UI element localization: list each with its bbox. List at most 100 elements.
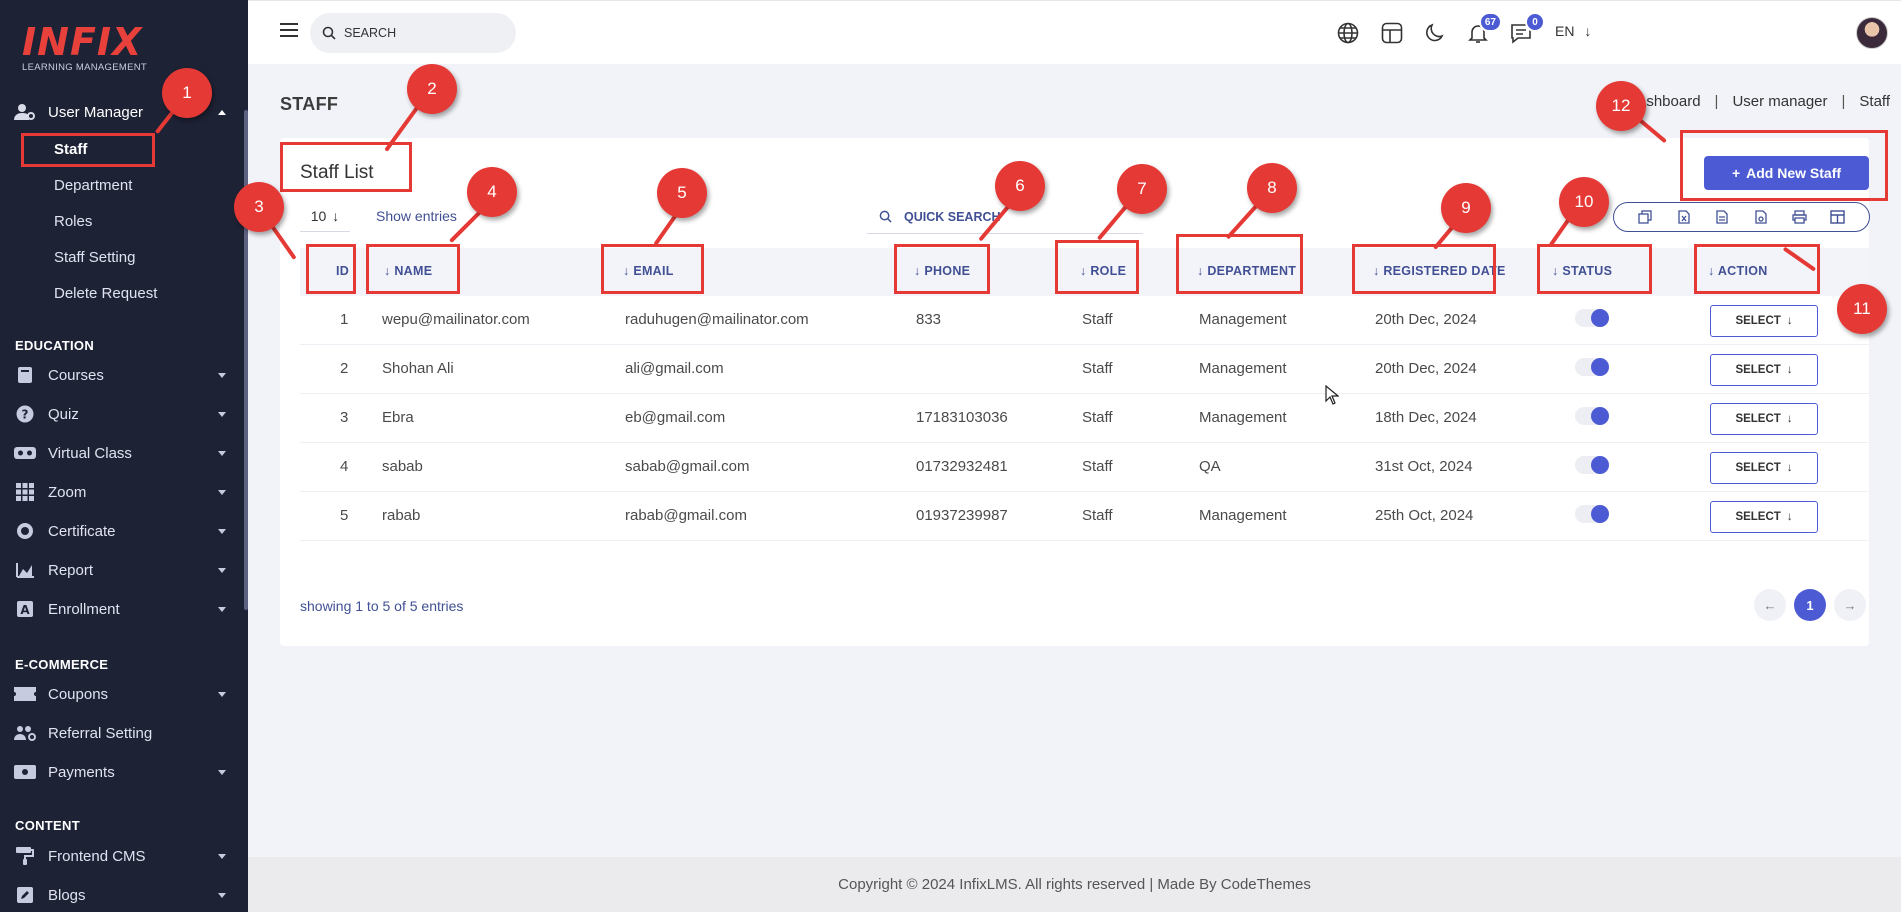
copy-icon[interactable] xyxy=(1633,205,1657,229)
sidebar-item-label: Payments xyxy=(48,763,115,781)
sidebar-item-courses[interactable]: Courses xyxy=(14,361,234,389)
cell-phone: 01937239987 xyxy=(916,507,1008,524)
sidebar-item-label: Report xyxy=(48,561,94,579)
breadcrumb-user-manager[interactable]: User manager xyxy=(1732,93,1827,110)
annotation-box-5 xyxy=(601,244,704,294)
status-toggle[interactable] xyxy=(1575,309,1609,327)
entries-value: 10 xyxy=(310,207,327,224)
quick-search-input[interactable] xyxy=(904,209,1124,224)
next-page-button[interactable]: → xyxy=(1834,589,1866,621)
status-toggle[interactable] xyxy=(1575,358,1609,376)
message-icon[interactable]: 0 xyxy=(1509,12,1545,45)
sidebar-item-frontend-cms[interactable]: Frontend CMS xyxy=(14,842,234,870)
footer: Copyright © 2024 InfixLMS. All rights re… xyxy=(248,857,1901,912)
table-row: 3 Ebra eb@gmail.com 17183103036 Staff Ma… xyxy=(300,394,1869,443)
cell-email: eb@gmail.com xyxy=(625,409,726,426)
logo-subtitle: LEARNING MANAGEMENT xyxy=(22,62,147,73)
app-logo[interactable]: INFIX LEARNING MANAGEMENT xyxy=(22,22,147,73)
annotation-marker-7: 7 xyxy=(1117,164,1167,214)
sidebar-subitem-department[interactable]: Department xyxy=(54,177,132,194)
columns-icon[interactable] xyxy=(1826,205,1850,229)
sidebar-item-coupons[interactable]: Coupons xyxy=(14,680,234,708)
cell-phone: 17183103036 xyxy=(916,409,1008,426)
grid-icon xyxy=(14,483,36,501)
sidebar-item-label: Zoom xyxy=(48,483,87,501)
cell-email: rabab@gmail.com xyxy=(625,507,747,524)
global-search[interactable] xyxy=(310,13,516,53)
language-label: EN xyxy=(1555,23,1575,39)
sidebar-item-report[interactable]: Report xyxy=(14,556,234,584)
cell-id: 1 xyxy=(340,311,349,328)
excel-file-icon[interactable] xyxy=(1672,205,1696,229)
previous-page-button[interactable]: ← xyxy=(1754,589,1786,621)
language-selector[interactable]: EN ↓ xyxy=(1555,23,1591,39)
chevron-down-icon xyxy=(218,490,226,495)
money-bill-icon xyxy=(14,763,36,781)
cell-phone: 833 xyxy=(916,311,942,328)
dark-mode-moon-icon[interactable] xyxy=(1423,21,1447,45)
annotation-box-6 xyxy=(894,244,990,294)
message-count-badge: 0 xyxy=(1525,12,1545,32)
sidebar-item-virtual-class[interactable]: Virtual Class xyxy=(14,439,234,467)
sidebar-item-zoom[interactable]: Zoom xyxy=(14,478,234,506)
search-input[interactable] xyxy=(344,26,494,40)
action-select-button[interactable]: SELECT ↓ xyxy=(1710,452,1818,484)
sidebar-subitem-roles[interactable]: Roles xyxy=(54,213,92,230)
cell-name: wepu@mailinator.com xyxy=(382,311,530,328)
chevron-down-icon xyxy=(218,412,226,417)
chevron-down-icon xyxy=(218,568,226,573)
cell-department: Management xyxy=(1199,311,1287,328)
pen-square-icon xyxy=(14,886,36,904)
print-icon[interactable] xyxy=(1787,205,1811,229)
annotation-box-7 xyxy=(1055,240,1139,294)
cell-id: 4 xyxy=(340,458,349,475)
ticket-icon xyxy=(14,685,36,703)
page-number-button[interactable]: 1 xyxy=(1794,589,1826,621)
svg-text:A: A xyxy=(20,603,30,617)
annotation-box-9 xyxy=(1352,244,1496,294)
cell-role: Staff xyxy=(1082,507,1113,524)
select-label: SELECT xyxy=(1735,315,1781,327)
status-toggle[interactable] xyxy=(1575,456,1609,474)
sidebar-subitem-staff-setting[interactable]: Staff Setting xyxy=(54,249,135,266)
layout-icon[interactable] xyxy=(1380,21,1404,45)
status-toggle[interactable] xyxy=(1575,407,1609,425)
pdf-file-icon[interactable] xyxy=(1749,205,1773,229)
action-select-button[interactable]: SELECT ↓ xyxy=(1710,403,1818,435)
sidebar-item-certificate[interactable]: Certificate xyxy=(14,517,234,545)
cell-registered-date: 20th Dec, 2024 xyxy=(1375,311,1477,328)
notification-bell-icon[interactable]: 67 xyxy=(1466,12,1502,45)
user-avatar[interactable] xyxy=(1856,17,1888,49)
annotation-marker-2: 2 xyxy=(407,64,457,114)
enrollment-icon: A xyxy=(14,600,36,618)
hamburger-menu-icon[interactable] xyxy=(280,23,298,37)
status-toggle[interactable] xyxy=(1575,505,1609,523)
annotation-box-8 xyxy=(1176,234,1303,294)
sidebar-item-payments[interactable]: Payments xyxy=(14,758,234,786)
chevron-up-icon xyxy=(218,110,226,115)
annotation-marker-10: 10 xyxy=(1559,177,1609,227)
cell-role: Staff xyxy=(1082,360,1113,377)
cell-email: sabab@gmail.com xyxy=(625,458,750,475)
sidebar-item-label: Quiz xyxy=(48,405,79,423)
sidebar-item-blogs[interactable]: Blogs xyxy=(14,881,234,909)
annotation-marker-11: 11 xyxy=(1837,284,1887,334)
action-select-button[interactable]: SELECT ↓ xyxy=(1710,354,1818,386)
csv-file-icon[interactable] xyxy=(1710,205,1734,229)
action-select-button[interactable]: SELECT ↓ xyxy=(1710,305,1818,337)
annotation-marker-3: 3 xyxy=(234,182,284,232)
sidebar-item-label: Enrollment xyxy=(48,600,120,618)
cell-registered-date: 18th Dec, 2024 xyxy=(1375,409,1477,426)
annotation-box-11 xyxy=(1694,244,1820,294)
sidebar-subitem-delete-request[interactable]: Delete Request xyxy=(54,285,157,302)
action-select-button[interactable]: SELECT ↓ xyxy=(1710,501,1818,533)
entries-select[interactable]: 10 ↓ xyxy=(300,200,350,232)
sidebar-item-quiz[interactable]: ? Quiz xyxy=(14,400,234,428)
globe-icon[interactable] xyxy=(1336,21,1360,45)
annotation-marker-6: 6 xyxy=(995,161,1045,211)
chevron-down-icon xyxy=(218,373,226,378)
sidebar-item-enrollment[interactable]: A Enrollment xyxy=(14,595,234,623)
annotation-box-12 xyxy=(1680,130,1888,201)
sidebar-item-referral-setting[interactable]: Referral Setting xyxy=(14,719,234,747)
sidebar-item-label: Virtual Class xyxy=(48,444,132,462)
